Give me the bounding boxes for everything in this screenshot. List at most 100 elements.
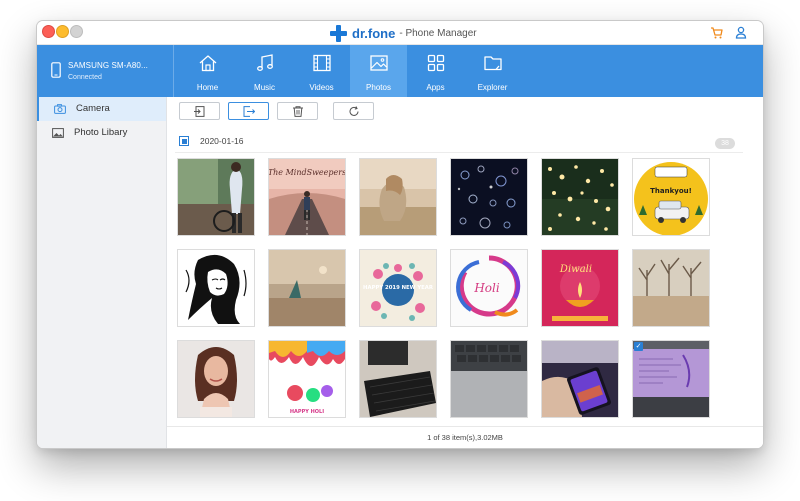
cart-icon[interactable] xyxy=(710,26,723,39)
photo-woman-line-art xyxy=(178,250,254,326)
photo-caption: The MindSweepers xyxy=(269,168,345,177)
photo-thumbnail[interactable] xyxy=(177,158,255,236)
device-name: SAMSUNG SM-A80... xyxy=(68,61,148,70)
home-icon xyxy=(199,55,217,72)
title-bar: dr.fone - Phone Manager xyxy=(37,21,763,45)
import-button[interactable] xyxy=(179,102,220,120)
export-button[interactable] xyxy=(228,102,269,120)
status-text: 1 of 38 item(s),3.02MB xyxy=(427,433,503,442)
apps-grid-icon xyxy=(427,54,445,72)
photo-phone-hand xyxy=(542,341,618,417)
photo-thumbnail[interactable] xyxy=(450,158,528,236)
photo-caption: Holi xyxy=(473,281,500,295)
tab-videos[interactable]: Videos xyxy=(293,45,350,97)
zoom-window-button[interactable] xyxy=(70,25,83,38)
sidebar-item-label: Photo Libary xyxy=(74,127,128,138)
sidebar-item-photo-libary[interactable]: Photo Libary xyxy=(37,121,166,145)
photo-holi-paint: HAPPY HOLI xyxy=(269,341,345,417)
group-divider xyxy=(175,152,743,153)
photo-caption: Thankyou! xyxy=(650,187,692,195)
phone-icon xyxy=(51,62,61,78)
sidebar: Camera Photo Libary xyxy=(37,97,167,448)
status-bar: 1 of 38 item(s),3.02MB xyxy=(167,426,763,448)
photo-cyclist xyxy=(178,159,254,235)
photo-thumbnail[interactable] xyxy=(359,340,437,418)
photo-thumbnail[interactable]: Holi xyxy=(450,249,528,327)
close-window-button[interactable] xyxy=(42,25,55,38)
photo-thumbnail[interactable] xyxy=(177,340,255,418)
photo-thumbnail[interactable]: Diwali xyxy=(541,249,619,327)
sidebar-item-camera[interactable]: Camera xyxy=(37,97,166,121)
photo-holi-card: Holi xyxy=(451,250,527,326)
photo-string-lights xyxy=(542,159,618,235)
photo-thumbnail[interactable] xyxy=(541,340,619,418)
tab-label: Music xyxy=(254,83,275,92)
camera-icon xyxy=(54,104,66,114)
drfone-logo-icon xyxy=(330,24,347,42)
photo-icon xyxy=(52,128,64,138)
photo-thumbnail[interactable]: The MindSweepers xyxy=(268,158,346,236)
photo-thumbnail[interactable]: ✓ xyxy=(632,340,710,418)
music-icon xyxy=(257,54,273,71)
photo-thumbnail[interactable]: HAPPY 2019 NEW YEAR xyxy=(359,249,437,327)
photo-woman-in-field xyxy=(360,159,436,235)
group-count-badge: 38 xyxy=(715,138,735,149)
selected-check-icon[interactable]: ✓ xyxy=(634,342,643,351)
photo-diwali-card: Diwali xyxy=(542,250,618,326)
photo-new-year-card: HAPPY 2019 NEW YEAR xyxy=(360,250,436,326)
photo-thumbnail[interactable] xyxy=(632,249,710,327)
photo-keyboard-dark xyxy=(360,341,436,417)
photo-thumbnail[interactable]: Thankyou! xyxy=(632,158,710,236)
photo-caption: Diwali xyxy=(559,264,592,275)
photo-caption: HAPPY HOLI xyxy=(290,409,324,415)
tab-apps[interactable]: Apps xyxy=(407,45,464,97)
delete-button[interactable] xyxy=(277,102,318,120)
import-icon xyxy=(194,106,205,117)
photo-thumbnail[interactable] xyxy=(450,340,528,418)
main-tabs: Home Music Videos Photos Apps Explorer xyxy=(179,45,521,97)
sidebar-item-label: Camera xyxy=(76,103,110,114)
photo-thumbnail[interactable] xyxy=(541,158,619,236)
photo-thumbnail[interactable] xyxy=(177,249,255,327)
tab-music[interactable]: Music xyxy=(236,45,293,97)
user-account-icon[interactable] xyxy=(735,26,747,39)
trash-icon xyxy=(293,106,303,117)
tab-explorer[interactable]: Explorer xyxy=(464,45,521,97)
brand-name: dr.fone xyxy=(352,25,396,41)
minimize-window-button[interactable] xyxy=(56,25,69,38)
group-date: 2020-01-16 xyxy=(200,136,244,146)
tab-label: Explorer xyxy=(477,83,508,92)
photo-sunset-beach xyxy=(269,250,345,326)
film-icon xyxy=(313,54,331,72)
photo-caption: HAPPY 2019 NEW YEAR xyxy=(363,285,433,291)
brand-subtitle: - Phone Manager xyxy=(399,27,477,39)
refresh-icon xyxy=(349,106,359,116)
photo-thumbnail[interactable]: HAPPY HOLI xyxy=(268,340,346,418)
photo-woman-portrait xyxy=(178,341,254,417)
photo-bare-trees xyxy=(633,250,709,326)
top-navigation-bar: SAMSUNG SM-A80... Connected Home Music V… xyxy=(37,45,763,97)
tab-label: Home xyxy=(196,83,219,92)
photo-screen-photo xyxy=(633,341,709,417)
image-icon xyxy=(370,55,388,71)
refresh-button[interactable] xyxy=(333,102,374,120)
photo-thumbnail[interactable] xyxy=(359,158,437,236)
folder-icon xyxy=(484,56,502,71)
group-select-checkbox[interactable] xyxy=(179,136,189,146)
main-panel: 2020-01-16 38 The MindSweepers Thankyou!… xyxy=(167,97,763,448)
tab-label: Videos xyxy=(309,83,334,92)
tab-home[interactable]: Home xyxy=(179,45,236,97)
photo-taxi-poster: Thankyou! xyxy=(633,159,709,235)
photo-laptop-keyboard xyxy=(451,341,527,417)
device-panel[interactable]: SAMSUNG SM-A80... Connected xyxy=(37,45,174,97)
tab-photos[interactable]: Photos xyxy=(350,45,407,97)
app-brand: dr.fone - Phone Manager xyxy=(330,24,477,42)
tab-label: Apps xyxy=(426,83,445,92)
photo-road: The MindSweepers xyxy=(269,159,345,235)
device-status: Connected xyxy=(68,74,102,81)
tab-label: Photos xyxy=(366,83,391,92)
export-icon xyxy=(243,106,255,117)
photo-bokeh-night xyxy=(451,159,527,235)
app-window: dr.fone - Phone Manager SAMSUNG SM-A80..… xyxy=(37,21,763,448)
photo-thumbnail[interactable] xyxy=(268,249,346,327)
